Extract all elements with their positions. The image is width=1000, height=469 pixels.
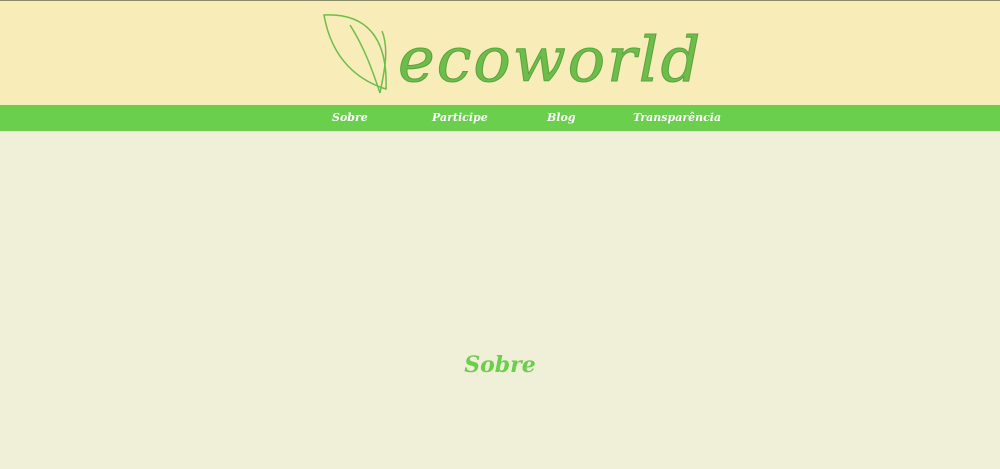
section-title-sobre: Sobre <box>464 352 536 378</box>
page: ecoworld Sobre Participe Blog Transparên… <box>0 0 1000 469</box>
logo[interactable]: ecoworld <box>320 11 701 99</box>
site-header: ecoworld <box>0 0 1000 105</box>
nav-item-participe[interactable]: Participe <box>432 105 488 131</box>
leaf-icon <box>323 14 387 94</box>
nav-item-blog[interactable]: Blog <box>547 105 576 131</box>
nav-item-sobre[interactable]: Sobre <box>332 105 368 131</box>
main-nav: Sobre Participe Blog Transparência <box>0 105 1000 131</box>
logo-text: ecoworld <box>397 23 703 96</box>
nav-item-transparencia[interactable]: Transparência <box>633 105 721 131</box>
